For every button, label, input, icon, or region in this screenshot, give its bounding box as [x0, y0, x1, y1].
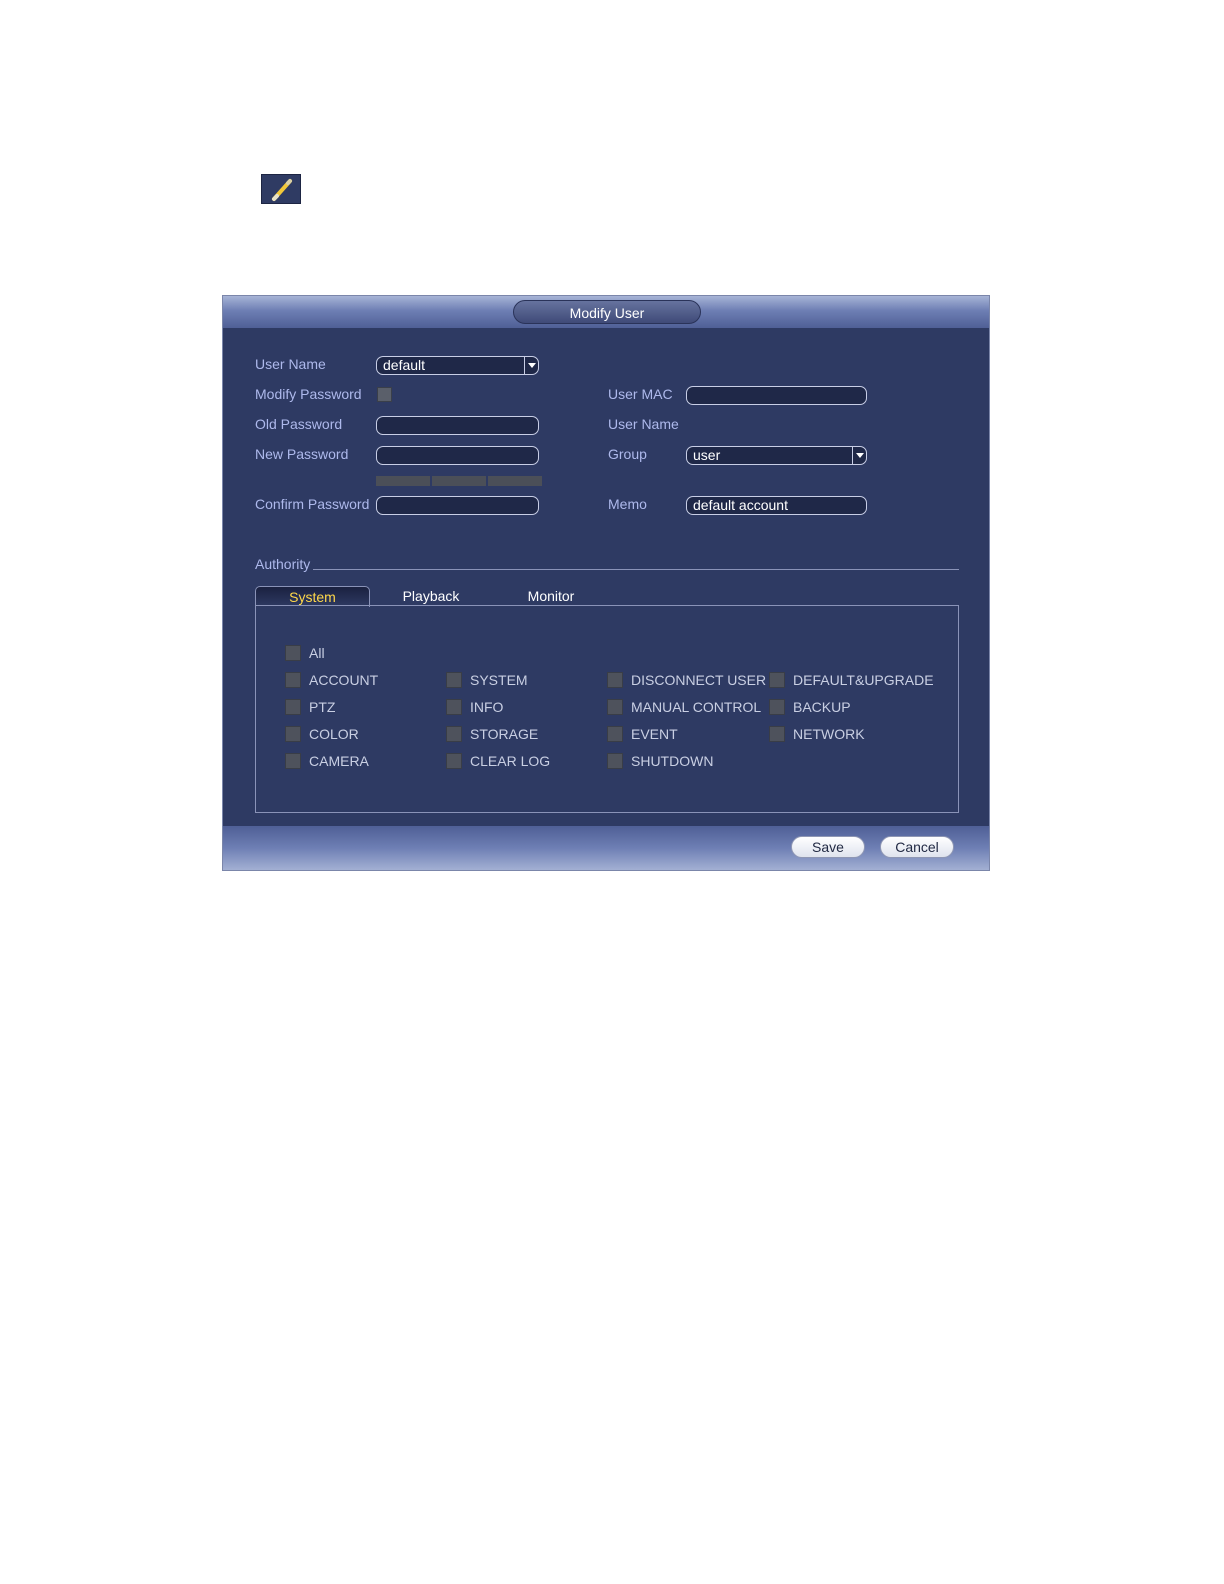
permission-network[interactable]: NETWORK: [769, 725, 865, 743]
authority-label: Authority: [255, 556, 311, 572]
permission-clear-log[interactable]: CLEAR LOG: [446, 752, 550, 770]
strength-segment: [376, 476, 430, 486]
permission-backup[interactable]: BACKUP: [769, 698, 851, 716]
checkbox[interactable]: [446, 726, 462, 742]
checkbox[interactable]: [446, 753, 462, 769]
tab-playback[interactable]: Playback: [383, 586, 479, 606]
checkbox[interactable]: [446, 672, 462, 688]
group-dropdown[interactable]: user: [686, 446, 867, 465]
checkbox[interactable]: [769, 726, 785, 742]
permission-disconnect-user[interactable]: DISCONNECT USER: [607, 671, 766, 689]
old-password-field[interactable]: [376, 416, 539, 435]
checkbox[interactable]: [285, 645, 301, 661]
old-password-label: Old Password: [255, 416, 343, 432]
checkbox[interactable]: [446, 699, 462, 715]
modify-user-dialog: Modify User User Name default Modify Pas…: [222, 295, 990, 871]
dialog-title-bar: Modify User: [223, 296, 989, 328]
permission-ptz[interactable]: PTZ: [285, 698, 335, 716]
permission-system[interactable]: SYSTEM: [446, 671, 528, 689]
strength-segment: [432, 476, 486, 486]
checkbox[interactable]: [607, 699, 623, 715]
memo-label: Memo: [608, 496, 647, 512]
checkbox[interactable]: [769, 699, 785, 715]
group-label: Group: [608, 446, 647, 462]
user-name-value: default: [383, 357, 426, 373]
dialog-button-bar: Save Cancel: [223, 826, 989, 870]
permission-all[interactable]: All: [285, 644, 325, 662]
permission-color[interactable]: COLOR: [285, 725, 359, 743]
checkbox[interactable]: [285, 726, 301, 742]
edit-pencil-button[interactable]: [261, 174, 301, 204]
new-password-label: New Password: [255, 446, 349, 462]
permission-default-upgrade[interactable]: DEFAULT&UPGRADE: [769, 671, 934, 689]
permission-shutdown[interactable]: SHUTDOWN: [607, 752, 713, 770]
permission-info[interactable]: INFO: [446, 698, 503, 716]
modify-password-label: Modify Password: [255, 386, 362, 402]
modify-password-checkbox[interactable]: [377, 387, 392, 402]
pencil-icon: [272, 179, 292, 201]
checkbox[interactable]: [285, 753, 301, 769]
permission-storage[interactable]: STORAGE: [446, 725, 538, 743]
cancel-button[interactable]: Cancel: [880, 836, 954, 858]
save-button[interactable]: Save: [791, 836, 865, 858]
user-name-label: User Name: [255, 356, 326, 372]
right-user-name-label: User Name: [608, 416, 679, 432]
authority-divider: [313, 569, 959, 570]
checkbox[interactable]: [769, 672, 785, 688]
checkbox[interactable]: [607, 672, 623, 688]
password-strength-bar: [376, 476, 542, 486]
user-mac-field[interactable]: [686, 386, 867, 405]
strength-segment: [488, 476, 542, 486]
memo-field[interactable]: default account: [686, 496, 867, 515]
checkbox[interactable]: [607, 726, 623, 742]
dropdown-arrow-icon[interactable]: [852, 447, 866, 464]
group-value: user: [693, 447, 721, 463]
permission-account[interactable]: ACCOUNT: [285, 671, 378, 689]
permission-camera[interactable]: CAMERA: [285, 752, 369, 770]
permission-manual-control[interactable]: MANUAL CONTROL: [607, 698, 761, 716]
confirm-password-field[interactable]: [376, 496, 539, 515]
user-name-dropdown[interactable]: default: [376, 356, 539, 375]
new-password-field[interactable]: [376, 446, 539, 465]
checkbox[interactable]: [285, 699, 301, 715]
dropdown-arrow-icon[interactable]: [524, 357, 538, 374]
checkbox[interactable]: [607, 753, 623, 769]
permission-event[interactable]: EVENT: [607, 725, 678, 743]
checkbox[interactable]: [285, 672, 301, 688]
tab-system[interactable]: System: [255, 586, 370, 607]
system-permissions-panel: All ACCOUNT SYSTEM DISCONNECT USER DEFAU…: [255, 605, 959, 813]
tab-monitor[interactable]: Monitor: [503, 586, 599, 606]
confirm-password-label: Confirm Password: [255, 496, 370, 512]
dialog-title: Modify User: [513, 300, 701, 324]
user-mac-label: User MAC: [608, 386, 673, 402]
